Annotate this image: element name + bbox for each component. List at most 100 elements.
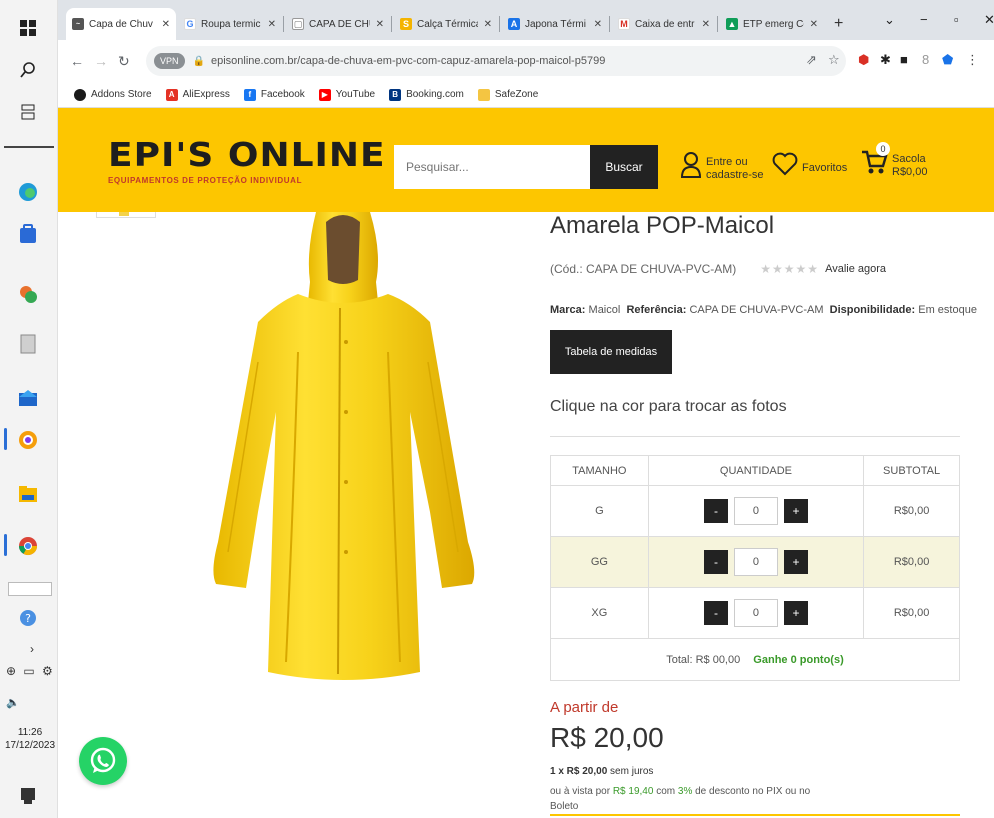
chrome-icon[interactable] bbox=[14, 532, 42, 560]
extension-puzzle-icon[interactable]: ✱ bbox=[880, 52, 891, 68]
chevron-right-icon[interactable]: › bbox=[30, 642, 34, 656]
new-tab-label: + bbox=[834, 15, 844, 32]
mail-icon[interactable] bbox=[14, 384, 42, 412]
lock-icon[interactable]: 🔒 bbox=[193, 56, 205, 67]
search-input[interactable] bbox=[394, 145, 590, 189]
favorites-link[interactable]: Favoritos bbox=[772, 152, 847, 183]
size-cell: XG bbox=[550, 587, 649, 639]
extension-person-icon[interactable]: 8 bbox=[922, 52, 929, 67]
rate-now-link[interactable]: Avalie agora bbox=[825, 263, 886, 275]
bookmark-youtube[interactable]: ▶ YouTube bbox=[318, 88, 375, 101]
tab-calca-termica[interactable]: S Calça Térmica ✕ bbox=[394, 8, 498, 40]
tray-icons[interactable]: ⊕ ▭ ⚙ bbox=[6, 664, 55, 678]
quantity-input[interactable] bbox=[733, 548, 778, 576]
help-icon[interactable]: ? bbox=[14, 604, 42, 632]
brand-value: Maicol bbox=[588, 304, 621, 316]
minimize-icon[interactable]: − bbox=[920, 12, 928, 27]
whatsapp-button[interactable] bbox=[79, 737, 127, 785]
restore-icon[interactable]: ▫ bbox=[954, 12, 959, 27]
increase-button[interactable]: + bbox=[783, 550, 808, 574]
close-tab-icon[interactable]: ✕ bbox=[268, 19, 276, 30]
vpn-badge-icon[interactable]: VPN bbox=[154, 53, 185, 69]
increase-button[interactable]: + bbox=[783, 601, 808, 625]
menu-icon[interactable]: ⋮ bbox=[966, 52, 979, 68]
bookmark-addons-store[interactable]: Addons Store bbox=[74, 88, 152, 101]
close-tab-icon[interactable]: ✕ bbox=[702, 19, 710, 30]
installments-value: 1 x R$ 20,00 bbox=[550, 766, 608, 777]
cart-count-badge: 0 bbox=[876, 142, 890, 156]
chromium-icon[interactable] bbox=[14, 426, 42, 454]
bookmark-facebook[interactable]: f Facebook bbox=[243, 88, 305, 101]
decrease-button[interactable]: - bbox=[703, 601, 728, 625]
bookmark-safezone[interactable]: SafeZone bbox=[477, 88, 538, 101]
login-link[interactable]: Entre ou cadastre-se bbox=[680, 152, 763, 185]
tab-caixa-de-entrada[interactable]: M Caixa de entr ✕ bbox=[612, 8, 716, 40]
taskbar-divider bbox=[4, 146, 54, 148]
site-logo[interactable]: EPI'S ONLINE EQUIPAMENTOS DE PROTEÇÃO IN… bbox=[108, 138, 386, 185]
decrease-button[interactable]: - bbox=[703, 499, 728, 523]
store-icon[interactable] bbox=[14, 220, 42, 248]
address-bar[interactable]: VPN 🔒 episonline.com.br/capa-de-chuva-em… bbox=[146, 46, 846, 76]
close-tab-icon[interactable]: ✕ bbox=[376, 19, 384, 30]
files-icon[interactable] bbox=[14, 480, 42, 508]
close-window-icon[interactable]: ✕ bbox=[984, 12, 994, 28]
search-button[interactable]: Buscar bbox=[590, 145, 658, 189]
tab-capa-de-chuva[interactable]: ~ Capa de Chuv ✕ bbox=[66, 8, 176, 40]
pix-discount: ou à vista por R$ 19,40 com 3% de descon… bbox=[550, 784, 830, 814]
notifications-icon[interactable] bbox=[14, 782, 42, 810]
bookmark-booking[interactable]: B Booking.com bbox=[389, 88, 464, 101]
photos-icon[interactable] bbox=[14, 280, 42, 308]
product-image[interactable] bbox=[198, 212, 488, 682]
tab-separator bbox=[283, 16, 284, 32]
decrease-button[interactable]: - bbox=[703, 550, 728, 574]
edge-icon[interactable] bbox=[14, 178, 42, 206]
increase-button[interactable]: + bbox=[783, 499, 808, 523]
forward-icon[interactable]: → bbox=[94, 53, 108, 69]
close-tab-icon[interactable]: ✕ bbox=[484, 19, 492, 30]
taskbar-clock[interactable]: 11:26 17/12/2023 bbox=[2, 726, 58, 752]
tab-japona-termica[interactable]: A Japona Térmi ✕ bbox=[502, 8, 608, 40]
reload-icon[interactable]: ↻ bbox=[118, 53, 130, 70]
windows-start-icon[interactable] bbox=[14, 14, 42, 42]
back-icon[interactable]: ← bbox=[70, 53, 84, 69]
close-tab-icon[interactable]: ✕ bbox=[594, 19, 602, 30]
size-table-button[interactable]: Tabela de medidas bbox=[550, 330, 672, 374]
tab-capa-de-chuva-2[interactable]: ▢ CAPA DE CHU ✕ bbox=[286, 8, 390, 40]
youtube-icon: ▶ bbox=[318, 88, 331, 101]
taskbar-scroll[interactable] bbox=[8, 582, 52, 596]
quantity-input[interactable] bbox=[733, 497, 778, 525]
tab-etp-emerg[interactable]: ▲ ETP emerg Co ✕ bbox=[720, 8, 824, 40]
new-tab-button[interactable]: + bbox=[828, 8, 852, 40]
browser-toolbar: ← → ↻ VPN 🔒 episonline.com.br/capa-de-ch… bbox=[58, 40, 994, 82]
tab-search-icon[interactable]: ⌄ bbox=[884, 12, 895, 28]
pix-percent: 3% bbox=[677, 786, 693, 797]
volume-icon[interactable]: 🔈 bbox=[6, 696, 20, 709]
tab-roupa-termica[interactable]: G Roupa termic ✕ bbox=[178, 8, 282, 40]
quantity-stepper: - + bbox=[703, 599, 808, 627]
bookmark-aliexpress[interactable]: A AliExpress bbox=[165, 88, 230, 101]
quantity-input[interactable] bbox=[733, 599, 778, 627]
price-box-border bbox=[550, 814, 960, 816]
rating-stars-icon[interactable]: ★★★★★ bbox=[760, 262, 819, 276]
favorites-label: Favoritos bbox=[802, 161, 848, 174]
booking-icon: B bbox=[389, 88, 402, 101]
extension-shield-blue-icon[interactable]: ⬟ bbox=[942, 52, 953, 68]
extension-shield-icon[interactable]: ⬢ bbox=[858, 52, 869, 68]
notepad-icon[interactable] bbox=[14, 330, 42, 358]
close-tab-icon[interactable]: ✕ bbox=[810, 19, 818, 30]
tab-favicon: ~ bbox=[72, 18, 84, 30]
table-row: G - + R$0,00 bbox=[550, 485, 960, 537]
subtotal-cell: R$0,00 bbox=[863, 587, 960, 639]
tab-separator bbox=[499, 16, 500, 32]
product-thumbnail[interactable] bbox=[96, 212, 156, 218]
search-icon[interactable] bbox=[14, 56, 42, 84]
share-icon[interactable]: ⇗ bbox=[806, 52, 817, 68]
size-cell: GG bbox=[550, 536, 649, 588]
cart-link[interactable]: 0 Sacola R$0,00 bbox=[860, 142, 927, 183]
login-line1: Entre ou bbox=[706, 155, 748, 168]
close-tab-icon[interactable]: ✕ bbox=[162, 19, 170, 30]
quantity-cell: - + bbox=[647, 485, 865, 537]
bookmark-star-icon[interactable]: ☆ bbox=[828, 52, 840, 68]
task-view-icon[interactable] bbox=[14, 98, 42, 126]
extension-square-icon[interactable]: ■ bbox=[900, 52, 908, 67]
